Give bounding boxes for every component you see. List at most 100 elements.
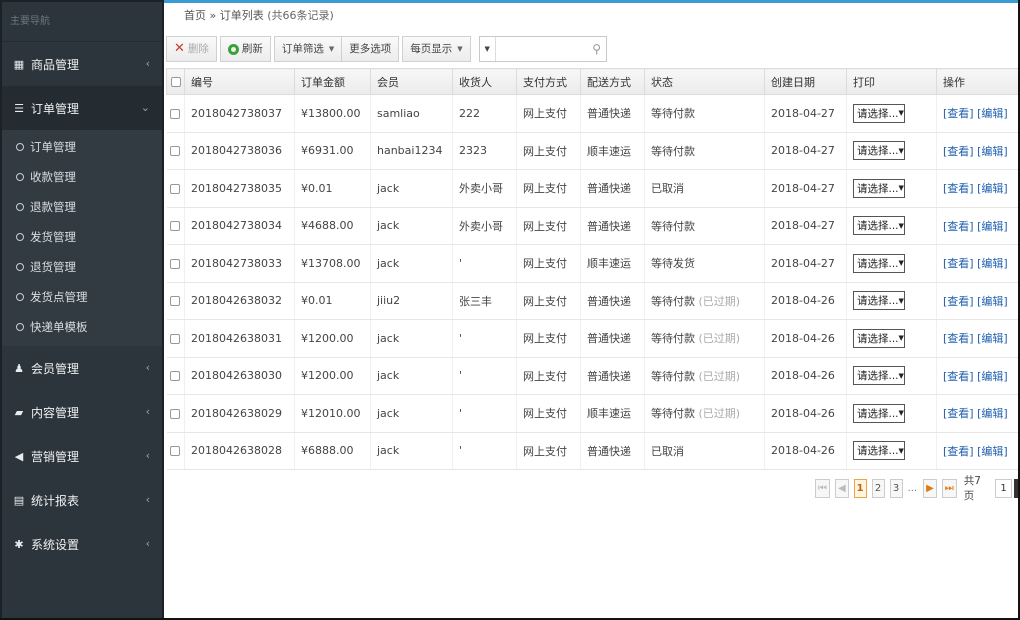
table-row[interactable]: 2018042738034 ¥4688.00 jack 外卖小哥 网上支付 普通快递 等待付… xyxy=(166,207,1019,245)
sidebar-item-order[interactable]: ☰ 订单管理 ⌄ xyxy=(2,86,162,130)
per-page-label: 每页显示 xyxy=(410,43,453,55)
edit-link[interactable]: [编辑] xyxy=(977,295,1008,308)
breadcrumb-home[interactable]: 首页 xyxy=(184,9,206,22)
row-checkbox[interactable] xyxy=(170,296,181,307)
col-header-amount[interactable]: 订单金额 xyxy=(294,68,371,95)
table-row[interactable]: 2018042638032 ¥0.01 jiiu2 张三丰 网上支付 普通快递 等待付款 (… xyxy=(166,282,1019,320)
table-row[interactable]: 2018042738035 ¥0.01 jack 外卖小哥 网上支付 普通快递 已取消 20… xyxy=(166,169,1019,208)
sidebar-item-settings[interactable]: ✱ 系统设置 ‹ xyxy=(2,522,162,566)
view-link[interactable]: [查看] xyxy=(943,370,974,383)
cell-shipping: 顺丰速运 xyxy=(580,244,645,283)
last-page-icon[interactable]: ⏭ xyxy=(941,478,957,498)
col-header-payment[interactable]: 支付方式 xyxy=(516,68,581,95)
edit-link[interactable]: [编辑] xyxy=(977,107,1008,120)
print-select[interactable]: 请选择... ▼ xyxy=(853,103,905,123)
print-select[interactable]: 请选择... ▼ xyxy=(853,216,905,236)
table-row[interactable]: 2018042638028 ¥6888.00 jack ' 网上支付 普通快递 已取消 20… xyxy=(166,432,1019,470)
edit-link[interactable]: [编辑] xyxy=(977,220,1008,233)
page-1-button[interactable]: 1 xyxy=(853,478,867,498)
search-field-select[interactable]: ▼ xyxy=(480,37,496,61)
row-checkbox[interactable] xyxy=(170,333,181,344)
print-select[interactable]: 请选择... ▼ xyxy=(853,328,905,348)
edit-link[interactable]: [编辑] xyxy=(977,407,1008,420)
cell-payment: 网上支付 xyxy=(516,169,581,208)
circle-icon xyxy=(16,203,24,211)
edit-link[interactable]: [编辑] xyxy=(977,257,1008,270)
print-select[interactable]: 请选择... ▼ xyxy=(853,178,905,198)
view-link[interactable]: [查看] xyxy=(943,107,974,120)
row-checkbox[interactable] xyxy=(170,258,181,269)
print-select[interactable]: 请选择... ▼ xyxy=(853,253,905,273)
subnav-item-orders[interactable]: 订单管理 xyxy=(2,132,162,162)
col-header-shipping[interactable]: 配送方式 xyxy=(580,68,645,95)
view-link[interactable]: [查看] xyxy=(943,182,974,195)
sidebar-item-content[interactable]: ▰ 内容管理 ‹ xyxy=(2,390,162,434)
table-row[interactable]: 2018042638030 ¥1200.00 jack ' 网上支付 普通快递 等待付款 (… xyxy=(166,357,1019,395)
edit-link[interactable]: [编辑] xyxy=(977,182,1008,195)
row-checkbox[interactable] xyxy=(170,146,181,157)
search-icon[interactable]: ⚲ xyxy=(588,42,606,56)
view-link[interactable]: [查看] xyxy=(943,145,974,158)
cell-shipping: 普通快递 xyxy=(580,282,645,320)
subnav-item-payments[interactable]: 收款管理 xyxy=(2,162,162,192)
select-all-checkbox[interactable] xyxy=(170,77,181,87)
table-row[interactable]: 2018042638029 ¥12010.00 jack ' 网上支付 顺丰速运 等待付款 … xyxy=(166,394,1019,433)
sidebar-item-reports[interactable]: ▤ 统计报表 ‹ xyxy=(2,478,162,522)
subnav-item-returns[interactable]: 退货管理 xyxy=(2,252,162,282)
subnav-item-delivery-centers[interactable]: 发货点管理 xyxy=(2,282,162,312)
table-row[interactable]: 2018042738033 ¥13708.00 jack ' 网上支付 顺丰速运 等待发货 … xyxy=(166,244,1019,283)
sidebar-item-marketing[interactable]: ◀ 营销管理 ‹ xyxy=(2,434,162,478)
table-row[interactable]: 2018042638031 ¥1200.00 jack ' 网上支付 普通快递 等待付款 (… xyxy=(166,319,1019,358)
row-checkbox[interactable] xyxy=(170,221,181,232)
prev-page-icon[interactable]: ◀ xyxy=(834,478,849,498)
col-header-member[interactable]: 会员 xyxy=(370,68,453,95)
view-link[interactable]: [查看] xyxy=(943,220,974,233)
sidebar-item-member[interactable]: ♟ 会员管理 ‹ xyxy=(2,346,162,390)
cell-date: 2018-04-27 xyxy=(764,244,847,283)
edit-link[interactable]: [编辑] xyxy=(977,445,1008,458)
view-link[interactable]: [查看] xyxy=(943,295,974,308)
edit-link[interactable]: [编辑] xyxy=(977,332,1008,345)
per-page-dropdown[interactable]: 每页显示 ▼ xyxy=(402,36,471,62)
sidebar-item-product[interactable]: ▦ 商品管理 ‹ xyxy=(2,42,162,86)
row-checkbox[interactable] xyxy=(170,108,181,119)
refresh-button[interactable]: 刷新 xyxy=(219,36,271,62)
next-page-icon[interactable]: ▶ xyxy=(923,478,937,498)
col-header-date[interactable]: 创建日期 xyxy=(764,68,847,95)
page-2-button[interactable]: 2 xyxy=(871,478,885,498)
print-select[interactable]: 请选择... ▼ xyxy=(853,141,905,161)
view-link[interactable]: [查看] xyxy=(943,445,974,458)
view-link[interactable]: [查看] xyxy=(943,257,974,270)
order-filter-dropdown[interactable]: 订单筛选 ▼ xyxy=(273,36,343,62)
print-select[interactable]: 请选择... ▼ xyxy=(853,366,905,386)
cell-sn: 2018042738037 xyxy=(184,94,295,133)
print-select[interactable]: 请选择... ▼ xyxy=(853,403,905,423)
more-options-button[interactable]: 更多选项 xyxy=(341,36,400,62)
edit-link[interactable]: [编辑] xyxy=(977,370,1008,383)
row-checkbox[interactable] xyxy=(170,183,181,194)
cell-actions: [查看] [编辑] xyxy=(936,94,1019,133)
subnav-item-refunds[interactable]: 退款管理 xyxy=(2,192,162,222)
view-link[interactable]: [查看] xyxy=(943,407,974,420)
status-text: 等待付款 xyxy=(651,107,695,121)
table-row[interactable]: 2018042738037 ¥13800.00 samliao 222 网上支付 普通快递… xyxy=(166,94,1019,133)
col-header-sn[interactable]: 编号 xyxy=(184,68,295,95)
first-page-icon[interactable]: ⏮ xyxy=(815,478,830,498)
delete-button[interactable]: ✕ 删除 xyxy=(166,36,217,62)
row-checkbox[interactable] xyxy=(170,446,181,457)
edit-link[interactable]: [编辑] xyxy=(977,145,1008,158)
row-checkbox[interactable] xyxy=(170,408,181,419)
row-checkbox[interactable] xyxy=(170,371,181,382)
subnav-item-waybill-templates[interactable]: 快递单模板 xyxy=(2,312,162,342)
search-input[interactable] xyxy=(495,37,588,61)
subnav-item-shipping[interactable]: 发货管理 xyxy=(2,222,162,252)
cell-shipping: 普通快递 xyxy=(580,357,645,395)
print-select[interactable]: 请选择... ▼ xyxy=(853,441,905,461)
col-header-consignee[interactable]: 收货人 xyxy=(452,68,517,95)
page-3-button[interactable]: 3 xyxy=(889,478,903,498)
view-link[interactable]: [查看] xyxy=(943,332,974,345)
table-row[interactable]: 2018042738036 ¥6931.00 hanbai1234 2323 网上支付顺… xyxy=(166,132,1019,170)
col-header-status[interactable]: 状态 xyxy=(644,68,765,95)
print-select[interactable]: 请选择... ▼ xyxy=(853,291,905,311)
page-jump-input[interactable]: 1 xyxy=(995,478,1013,498)
